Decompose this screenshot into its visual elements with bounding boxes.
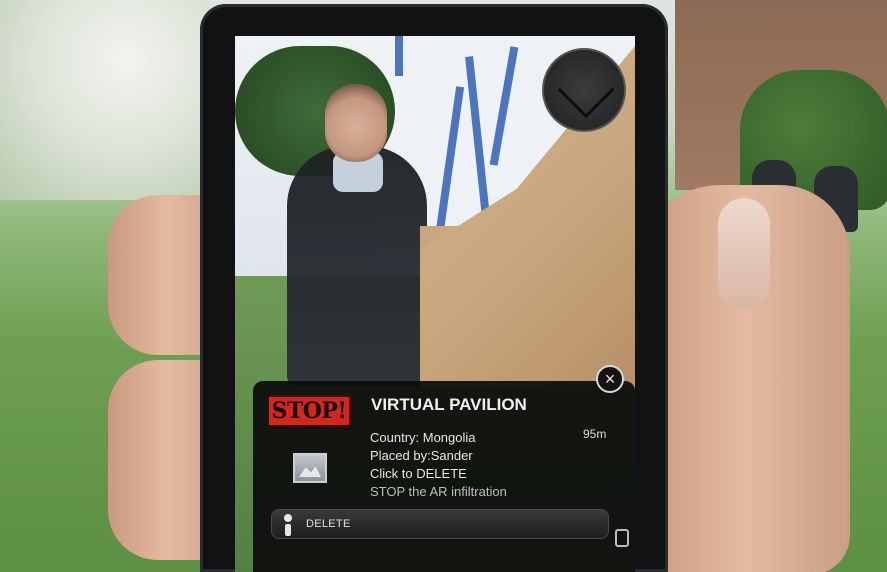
radar-sweep <box>557 61 615 119</box>
info-icon <box>282 514 294 536</box>
delete-button-label: DELETE <box>306 518 351 530</box>
panel-title: VIRTUAL PAVILION <box>371 395 527 414</box>
wall-graffiti <box>395 36 403 76</box>
distance-label: 95m <box>583 427 607 441</box>
stop-logo: STOP! <box>267 395 351 427</box>
woman-head <box>325 84 387 162</box>
country-text: Country: Mongolia <box>370 430 476 445</box>
phone-screen: × STOP! VIRTUAL PAVILION 95m Country: Mo… <box>235 36 635 572</box>
image-thumbnail-icon[interactable] <box>293 453 327 483</box>
thumbnail-nail <box>718 198 770 308</box>
close-icon[interactable]: × <box>596 365 624 393</box>
click-to-delete-text[interactable]: Click to DELETE <box>370 465 507 483</box>
details-text: Country: Mongolia Placed by:Sander Click… <box>370 429 507 501</box>
info-panel: × STOP! VIRTUAL PAVILION 95m Country: Mo… <box>253 365 635 572</box>
background-tree <box>0 0 210 200</box>
menu-icon[interactable] <box>615 529 629 547</box>
delete-button[interactable]: DELETE <box>271 509 609 539</box>
tagline-text: STOP the AR infiltration <box>370 484 507 499</box>
placed-by-text: Placed by:Sander <box>370 448 473 463</box>
radar-icon[interactable] <box>542 48 626 132</box>
